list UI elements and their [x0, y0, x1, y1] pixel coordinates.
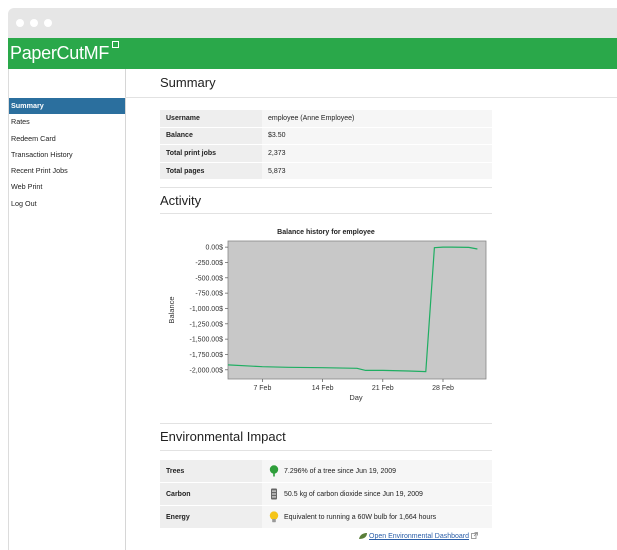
balance-value: $3.50: [262, 127, 492, 146]
carbon-value: 50.5 kg of carbon dioxide since Jun 19, …: [284, 490, 423, 498]
external-link-icon: [471, 532, 478, 539]
chart-y-tick-label: -1,750.00$: [190, 352, 224, 359]
summary-heading: Summary: [160, 75, 216, 90]
sidebar-item-recent-print-jobs[interactable]: Recent Print Jobs: [9, 163, 125, 179]
trees-label: Trees: [160, 460, 262, 483]
table-row: Total print jobs 2,373: [160, 144, 492, 163]
leaf-icon: [359, 533, 367, 539]
chart-y-tick-label: -1,500.00$: [190, 337, 224, 344]
energy-label: Energy: [160, 505, 262, 529]
chart-y-tick-label: -1,000.00$: [190, 306, 224, 313]
window-dot-2[interactable]: [30, 19, 38, 27]
logo-mark-icon: [112, 41, 119, 48]
chart-y-axis-label: Balance: [167, 296, 176, 323]
chart-y-tick-label: -500.00$: [195, 275, 223, 282]
trees-value: 7.296% of a tree since Jun 19, 2009: [284, 467, 397, 475]
sidebar-item-web-print[interactable]: Web Print: [9, 179, 125, 195]
chart-plot-area: [227, 240, 487, 380]
bulb-icon: [269, 511, 279, 523]
activity-bottom-rule: [160, 423, 492, 424]
chart-x-axis-label: Day: [349, 393, 363, 402]
window-dot-3[interactable]: [44, 19, 52, 27]
total-print-jobs-value: 2,373: [262, 144, 492, 163]
chart-x-tick-label: 14 Feb: [312, 385, 334, 392]
chart-y-tick-label: -2,000.00$: [190, 367, 224, 374]
username-label: Username: [160, 110, 262, 128]
window-titlebar: [8, 8, 617, 38]
table-row: Total pages 5,873: [160, 162, 492, 181]
energy-value: Equivalent to running a 60W bulb for 1,6…: [284, 513, 437, 521]
summary-table: Username employee (Anne Employee) Balance…: [160, 110, 492, 181]
table-row: Energy Equivalent to running a 60W bulb …: [160, 505, 492, 529]
balance-history-chart: Balance history for employee Balance Day…: [167, 229, 487, 402]
sidebar-item-rates[interactable]: Rates: [9, 114, 125, 130]
summary-bottom-rule: [160, 187, 492, 188]
papercut-logo[interactable]: PaperCutMF: [10, 43, 109, 64]
sidebar: Summary Rates Redeem Card Transaction Hi…: [9, 69, 126, 550]
tree-icon: [269, 465, 279, 477]
chart-x-tick-label: 7 Feb: [253, 385, 271, 392]
table-row: Username employee (Anne Employee): [160, 110, 492, 128]
chart-x-tick-label: 21 Feb: [372, 385, 394, 392]
browser-window: PaperCutMF Summary Rates Redeem Card Tra…: [0, 0, 617, 550]
environment-table: Trees 7.296% of a tree since Jun 19, 200…: [160, 460, 492, 529]
chart-title: Balance history for employee: [277, 229, 375, 236]
activity-heading: Activity: [160, 193, 202, 208]
chart-y-tick-label: -250.00$: [195, 260, 223, 267]
environmental-dashboard-link[interactable]: Open Environmental Dashboard: [358, 532, 478, 540]
sidebar-item-redeem-card[interactable]: Redeem Card: [9, 131, 125, 147]
table-row: Trees 7.296% of a tree since Jun 19, 200…: [160, 460, 492, 483]
carbon-label: Carbon: [160, 482, 262, 506]
brand-header: PaperCutMF: [8, 38, 617, 69]
carbon-cell: 50.5 kg of carbon dioxide since Jun 19, …: [262, 482, 492, 506]
sidebar-item-transaction-history[interactable]: Transaction History: [9, 147, 125, 163]
total-pages-label: Total pages: [160, 162, 262, 181]
chart-y-tick-label: -750.00$: [195, 291, 223, 298]
chart-x-tick-label: 28 Feb: [432, 385, 454, 392]
sidebar-nav: Summary Rates Redeem Card Transaction Hi…: [9, 98, 125, 212]
environment-heading-rule: [160, 450, 492, 451]
total-pages-value: 5,873: [262, 162, 492, 181]
sidebar-item-log-out[interactable]: Log Out: [9, 196, 125, 212]
dashboard-link-text[interactable]: Open Environmental Dashboard: [369, 533, 469, 540]
energy-cell: Equivalent to running a 60W bulb for 1,6…: [262, 505, 492, 529]
environmental-impact-heading: Environmental Impact: [160, 429, 286, 444]
trees-cell: 7.296% of a tree since Jun 19, 2009: [262, 460, 492, 483]
window-dot-1[interactable]: [16, 19, 24, 27]
balance-label: Balance: [160, 127, 262, 146]
summary-heading-rule: [125, 97, 617, 98]
chart-y-tick-label: 0.00$: [205, 245, 223, 252]
total-print-jobs-label: Total print jobs: [160, 144, 262, 163]
carbon-icon: [271, 488, 277, 500]
sidebar-item-summary[interactable]: Summary: [9, 98, 125, 115]
chart-y-tick-label: -1,250.00$: [190, 321, 224, 328]
table-row: Balance $3.50: [160, 127, 492, 146]
activity-heading-rule: [160, 213, 492, 214]
username-value: employee (Anne Employee): [262, 110, 492, 128]
table-row: Carbon 50.5 kg of carbon dioxide since J…: [160, 482, 492, 506]
